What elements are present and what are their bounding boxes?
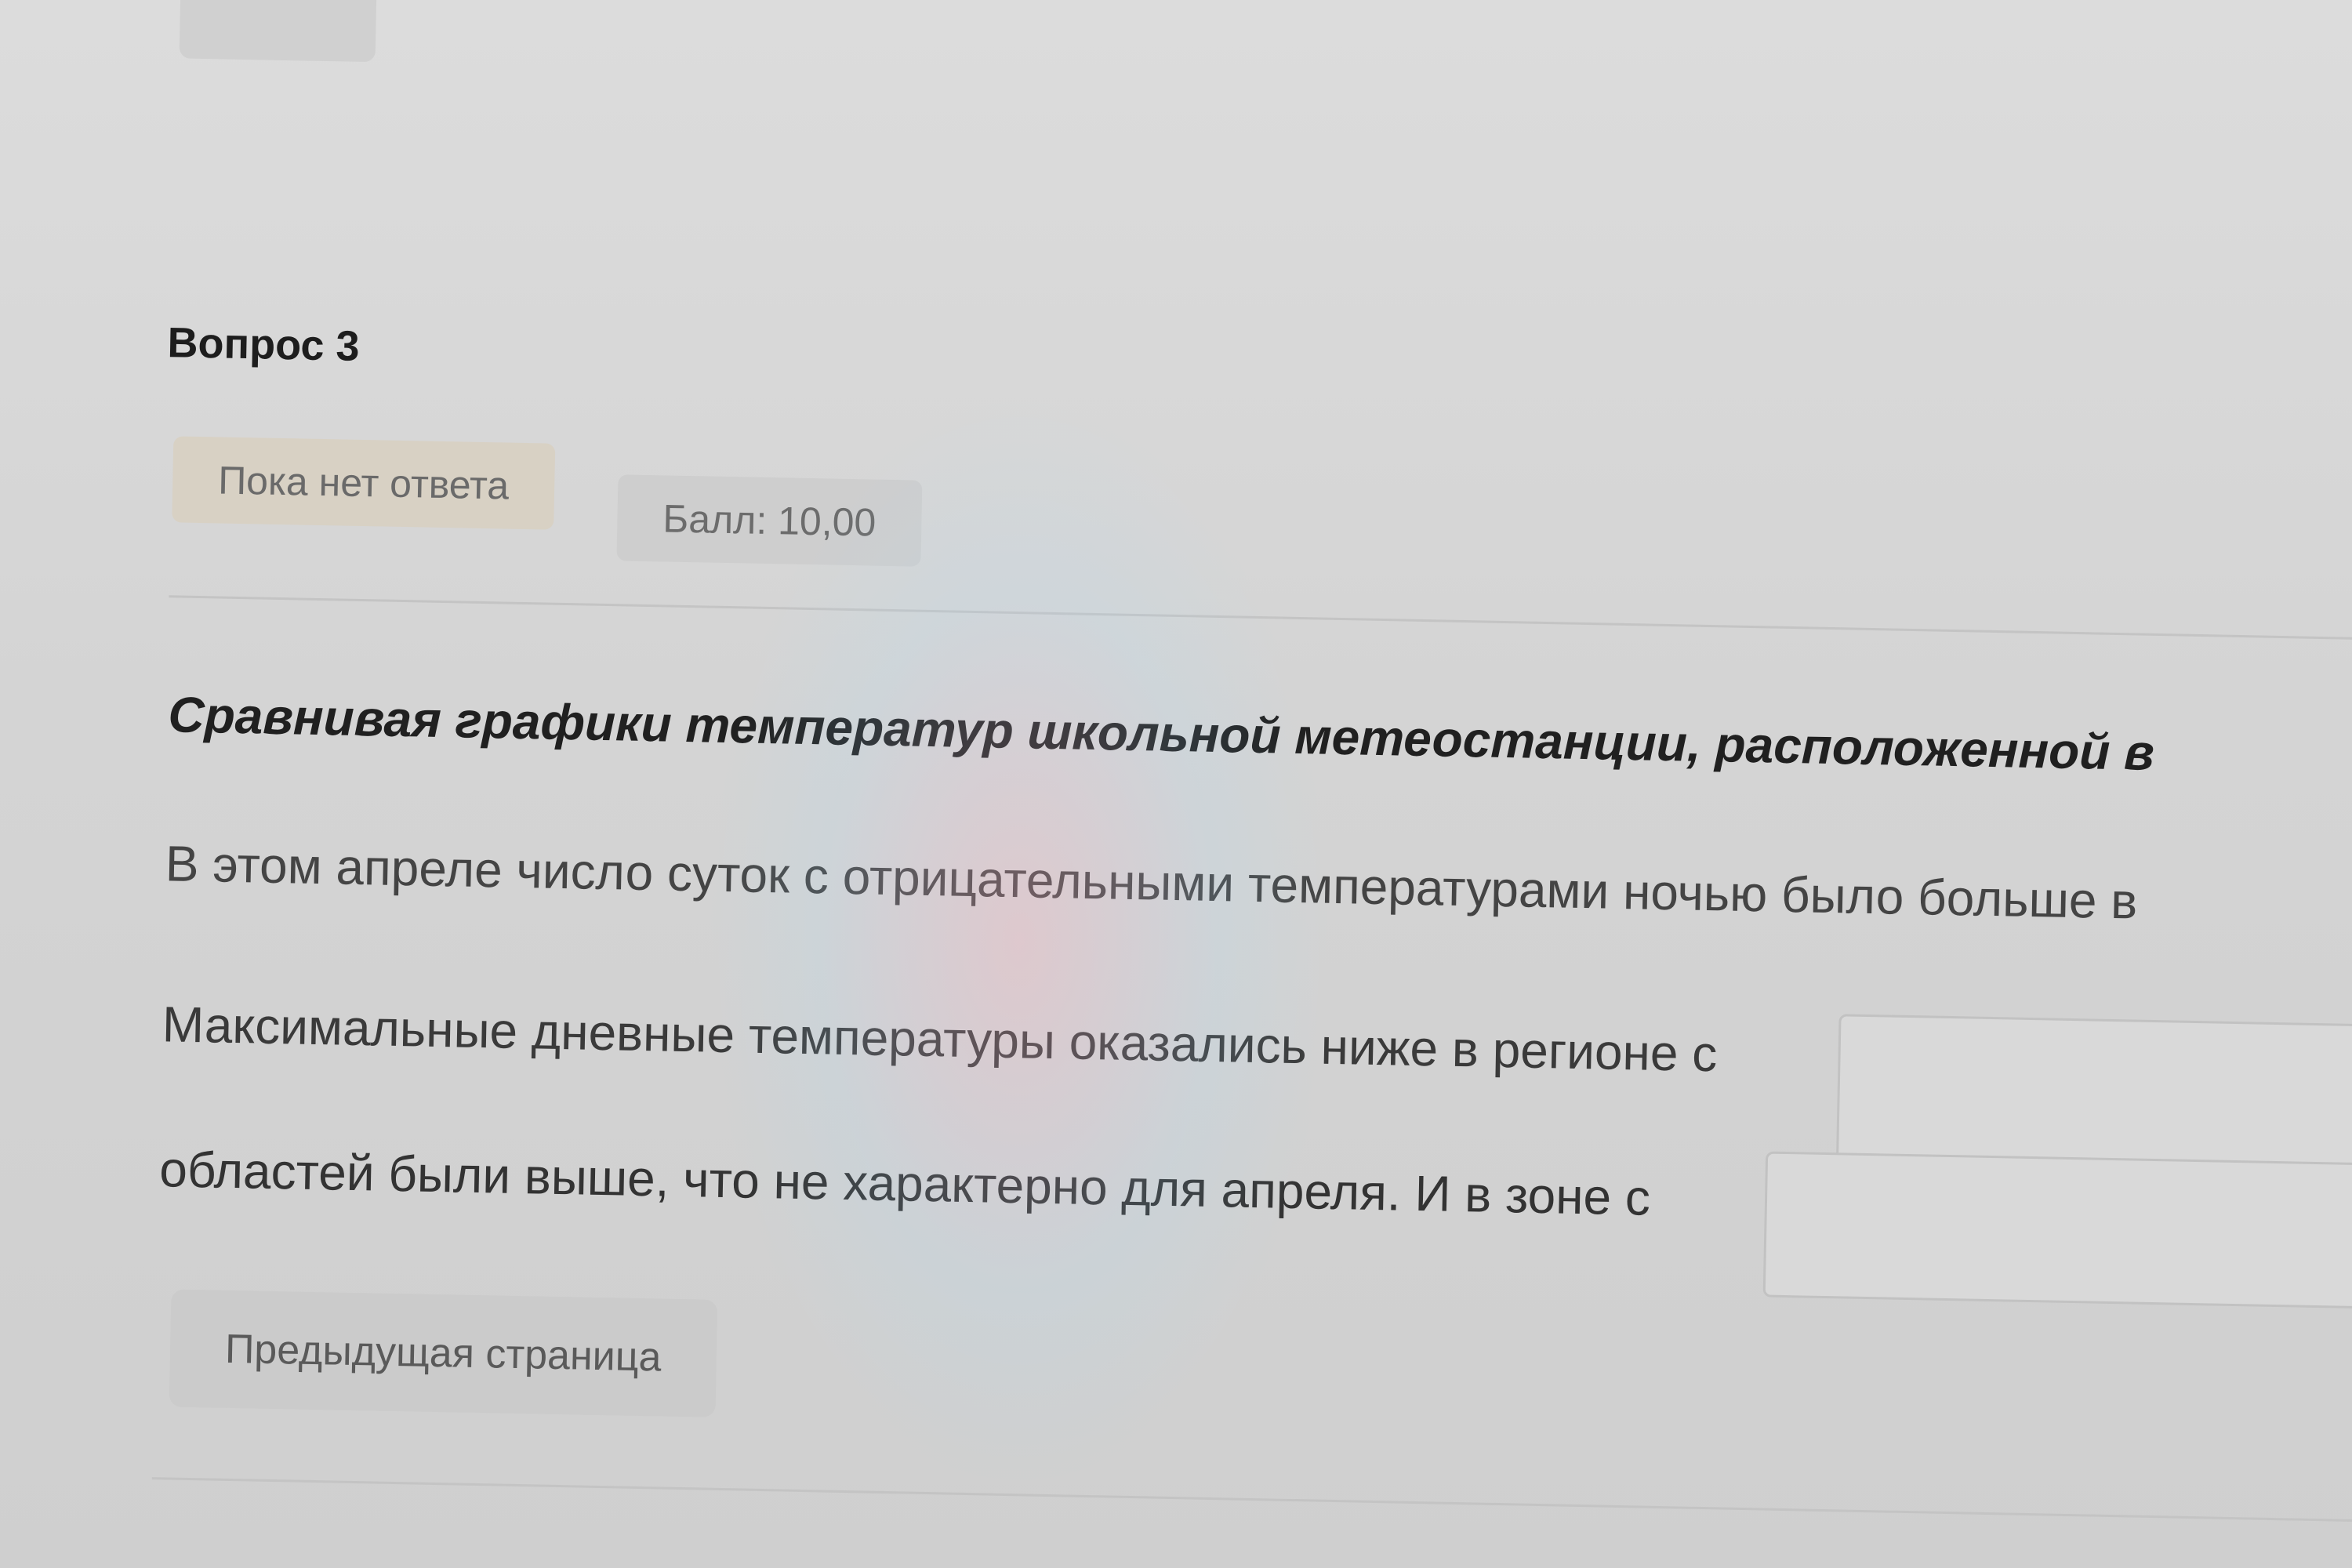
grade-badge: Балл: 10,00 — [616, 474, 923, 567]
quiz-page: Вопрос 3 Пока нет ответа Балл: 10,00 Сра… — [0, 0, 2352, 1568]
question-prompt: Сравнивая графики температур школьной ме… — [167, 686, 2155, 781]
question-title: Вопрос 3 — [167, 319, 361, 370]
divider — [169, 595, 2352, 641]
top-tab[interactable] — [179, 0, 377, 63]
answer-status-badge: Пока нет ответа — [172, 436, 556, 530]
question-line-3: областей были выше, что не характерно дл… — [158, 1141, 1651, 1226]
question-line-2: Максимальные дневные температуры оказали… — [162, 996, 1718, 1083]
answer-field-3[interactable] — [1762, 1151, 2352, 1309]
content-area: Вопрос 3 Пока нет ответа Балл: 10,00 Сра… — [0, 0, 2352, 1568]
answer-field-2[interactable] — [1836, 1014, 2352, 1171]
previous-page-button[interactable]: Предыдущая страница — [169, 1289, 717, 1417]
question-line-1: В этом апреле число суток с отрицательны… — [165, 835, 2139, 930]
divider-bottom — [151, 1477, 2352, 1523]
